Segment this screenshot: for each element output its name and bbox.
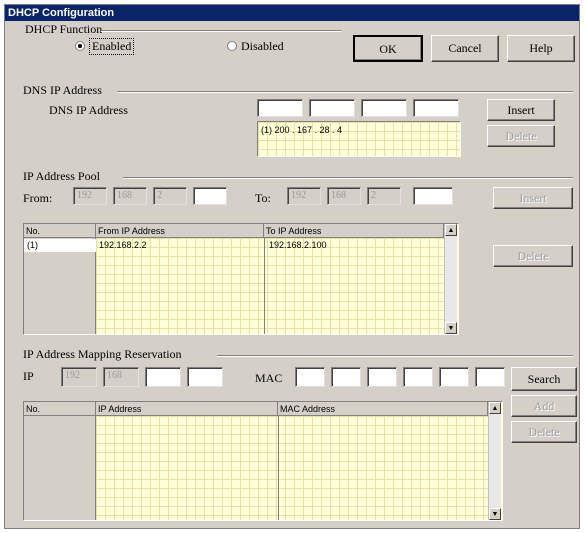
scroll-down-arrow-icon[interactable]: ▼ xyxy=(489,508,501,520)
dhcp-configuration-window: DHCP Configuration DHCP Function Enabled… xyxy=(4,4,580,529)
pool-col-to[interactable]: To IP Address xyxy=(264,224,444,238)
mapping-delete-button[interactable]: Delete xyxy=(511,421,577,443)
pool-from-octet-2[interactable]: 168 xyxy=(113,187,147,205)
disabled-radio[interactable] xyxy=(227,41,237,51)
pool-to-octet-1[interactable]: 192 xyxy=(287,187,321,205)
dns-ip-field-label: DNS IP Address xyxy=(49,103,128,117)
pool-row-to[interactable]: 192.168.2.100 xyxy=(266,239,327,252)
window-title: DHCP Configuration xyxy=(5,5,579,21)
mapping-ip-octet-4[interactable] xyxy=(187,367,223,387)
mapping-ip-octet-3[interactable] xyxy=(145,367,181,387)
pool-table-grid xyxy=(96,238,444,334)
mapping-ip-octet-1[interactable]: 192 xyxy=(61,367,97,387)
pool-divider xyxy=(123,177,573,179)
dns-insert-button[interactable]: Insert xyxy=(487,99,555,121)
dns-server-list[interactable]: (1) 200 . 167 . 28 . 4 xyxy=(257,121,461,157)
enabled-radio-label[interactable]: Enabled xyxy=(89,38,135,55)
mapping-ip-octet-2[interactable]: 168 xyxy=(103,367,139,387)
mapping-mac-octet-3[interactable] xyxy=(367,367,397,387)
pool-row-no[interactable]: (1) xyxy=(24,239,96,252)
dhcp-function-divider xyxy=(101,30,341,32)
pool-to-octet-3[interactable]: 2 xyxy=(367,187,401,205)
mapping-table[interactable]: No. IP Address MAC Address ▲ ▼ xyxy=(23,401,503,521)
dns-delete-button[interactable]: Delete xyxy=(487,125,555,147)
mapping-col-ip[interactable]: IP Address xyxy=(96,402,278,416)
scroll-up-arrow-icon[interactable]: ▲ xyxy=(489,402,501,414)
pool-no-column xyxy=(24,238,96,334)
dns-octet-2[interactable] xyxy=(309,99,355,117)
cancel-button[interactable]: Cancel xyxy=(431,35,499,62)
dns-divider xyxy=(117,91,573,93)
pool-from-octet-1[interactable]: 192 xyxy=(73,187,107,205)
mapping-mac-octet-2[interactable] xyxy=(331,367,361,387)
dns-octet-3[interactable] xyxy=(361,99,407,117)
scroll-down-arrow-icon[interactable]: ▼ xyxy=(445,322,457,334)
dns-group-label: DNS IP Address xyxy=(23,83,102,97)
pool-to-octet-2[interactable]: 168 xyxy=(327,187,361,205)
radio-selected-dot xyxy=(78,44,82,48)
pool-table[interactable]: No. From IP Address To IP Address (1) 19… xyxy=(23,223,459,335)
enabled-radio[interactable] xyxy=(75,41,85,51)
pool-from-octet-3[interactable]: 2 xyxy=(153,187,187,205)
pool-group-label: IP Address Pool xyxy=(23,169,100,183)
mapping-mac-octet-6[interactable] xyxy=(475,367,505,387)
pool-col-no[interactable]: No. xyxy=(24,224,96,238)
mapping-add-button[interactable]: Add xyxy=(511,395,577,417)
mapping-mac-label: MAC xyxy=(255,371,283,385)
scroll-up-arrow-icon[interactable]: ▲ xyxy=(445,224,457,236)
mapping-search-button[interactable]: Search xyxy=(511,367,577,391)
dns-octet-4[interactable] xyxy=(413,99,459,117)
pool-to-label: To: xyxy=(255,191,271,205)
dhcp-function-label: DHCP Function xyxy=(25,22,103,36)
mapping-table-grid xyxy=(96,416,488,520)
mapping-group-label: IP Address Mapping Reservation xyxy=(23,347,182,361)
mapping-col-no[interactable]: No. xyxy=(24,402,96,416)
pool-col-from[interactable]: From IP Address xyxy=(96,224,264,238)
mapping-column-divider xyxy=(278,416,279,520)
mapping-mac-octet-4[interactable] xyxy=(403,367,433,387)
mapping-mac-octet-5[interactable] xyxy=(439,367,469,387)
pool-row-from[interactable]: 192.168.2.2 xyxy=(96,239,147,252)
mapping-no-column xyxy=(24,416,96,520)
ok-button[interactable]: OK xyxy=(353,35,423,62)
dns-list-item[interactable]: (1) 200 . 167 . 28 . 4 xyxy=(258,124,342,137)
pool-table-scrollbar[interactable]: ▲ ▼ xyxy=(444,224,457,334)
pool-column-divider xyxy=(264,238,265,334)
help-button[interactable]: Help xyxy=(507,35,575,62)
pool-delete-button[interactable]: Delete xyxy=(493,245,573,267)
pool-to-octet-4[interactable] xyxy=(413,187,453,205)
pool-insert-button[interactable]: Insert xyxy=(493,187,573,209)
mapping-table-scrollbar[interactable]: ▲ ▼ xyxy=(488,402,501,520)
mapping-divider xyxy=(217,355,573,357)
pool-from-label: From: xyxy=(23,191,53,205)
mapping-col-mac[interactable]: MAC Address xyxy=(278,402,488,416)
dns-octet-1[interactable] xyxy=(257,99,303,117)
pool-from-octet-4[interactable] xyxy=(193,187,227,205)
mapping-mac-octet-1[interactable] xyxy=(295,367,325,387)
disabled-radio-label[interactable]: Disabled xyxy=(241,39,284,54)
mapping-ip-label: IP xyxy=(23,369,34,383)
